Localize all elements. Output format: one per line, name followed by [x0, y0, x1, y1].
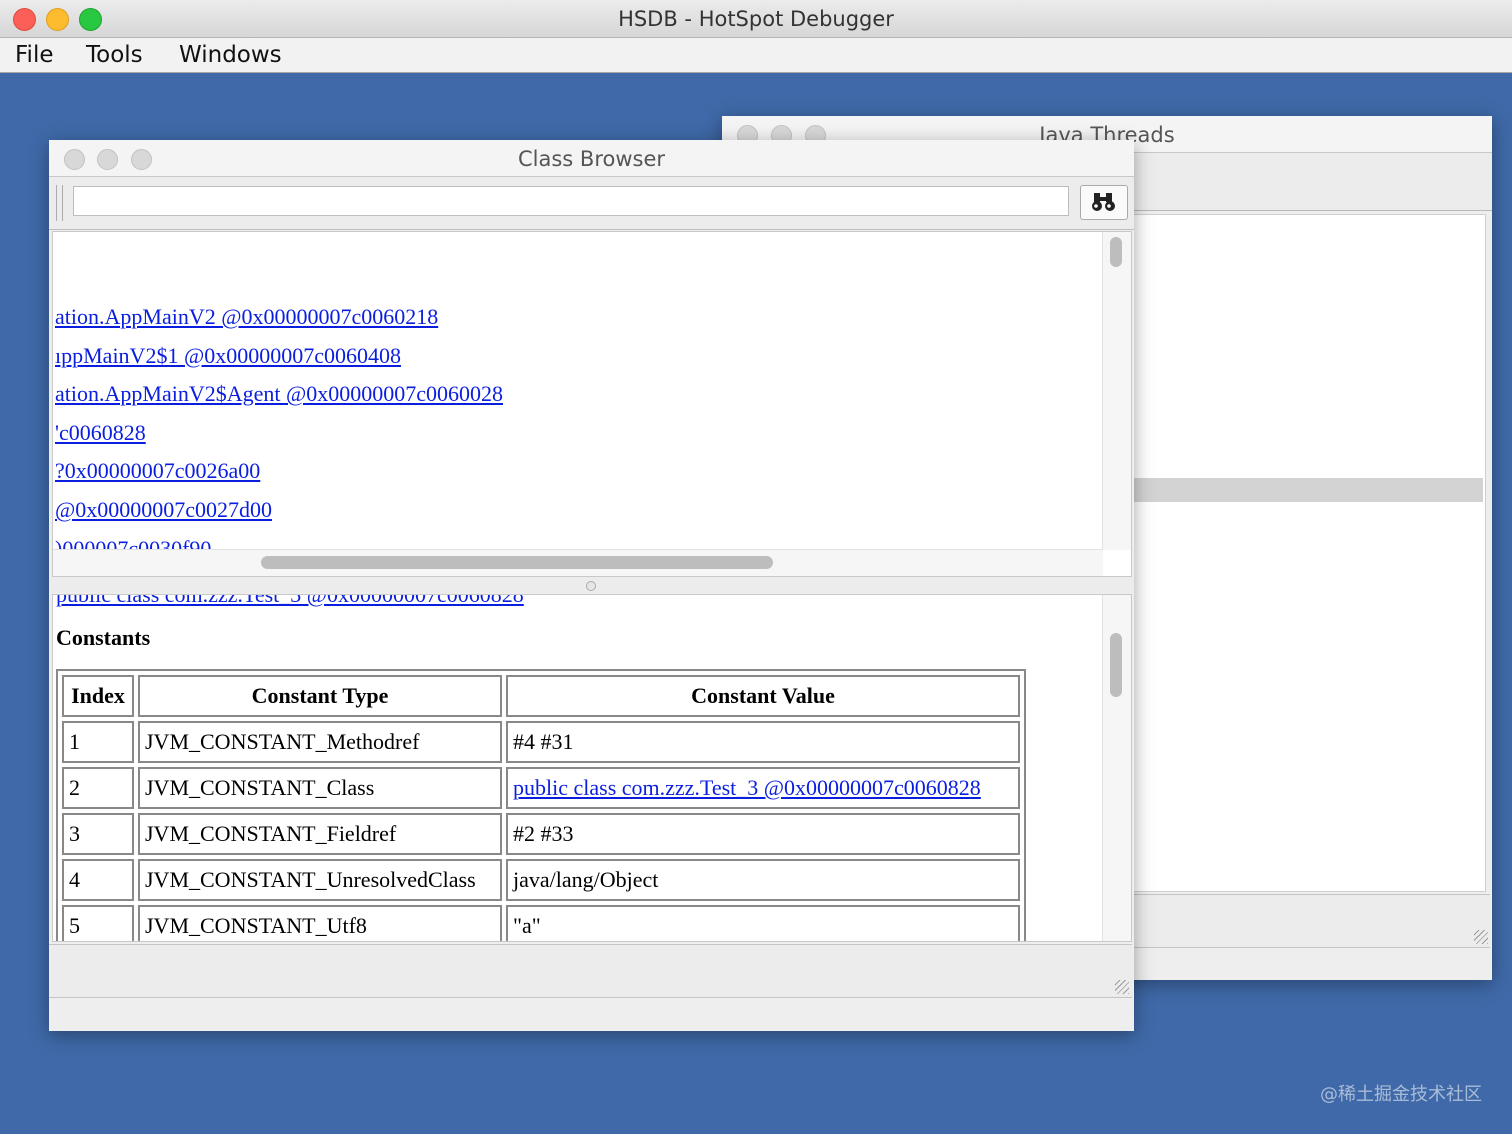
browser-resize-grip-icon[interactable]	[1115, 980, 1129, 994]
detail-vscroll-thumb[interactable]	[1110, 633, 1122, 697]
cell-value: #4 #31	[506, 721, 1020, 763]
constants-table: Index Constant Type Constant Value 1 JVM_…	[56, 669, 1026, 941]
search-toolbar	[49, 177, 1134, 230]
column-header-type: Constant Type	[138, 675, 502, 717]
cell-index: 3	[62, 813, 134, 855]
cell-index: 4	[62, 859, 134, 901]
cell-index: 5	[62, 905, 134, 941]
table-header-row: Index Constant Type Constant Value	[62, 675, 1020, 717]
window-title: HSDB - HotSpot Debugger	[618, 7, 894, 31]
cell-value: #2 #33	[506, 813, 1020, 855]
cell-value: public class com.zzz.Test_3 @0x00000007c…	[506, 767, 1020, 809]
cell-type: JVM_CONSTANT_Utf8	[138, 905, 502, 941]
class-list-vscroll-thumb[interactable]	[1110, 237, 1122, 267]
class-browser-title: Class Browser	[517, 147, 666, 171]
class-list-hscrollbar[interactable]	[53, 549, 1103, 576]
class-list: ation.AppMainV2 @0x00000007c0060218 ıppM…	[55, 298, 503, 568]
table-row: 2 JVM_CONSTANT_Class public class com.zzz.…	[62, 767, 1020, 809]
menu-file[interactable]: File	[15, 42, 54, 68]
class-search-input[interactable]	[73, 186, 1069, 216]
detail-vscrollbar[interactable]	[1102, 595, 1131, 941]
cell-value: java/lang/Object	[506, 859, 1020, 901]
cell-type: JVM_CONSTANT_Fieldref	[138, 813, 502, 855]
cell-type: JVM_CONSTANT_Class	[138, 767, 502, 809]
class-list-vscrollbar[interactable]	[1102, 232, 1131, 550]
watermark: @稀土掘金技术社区	[1320, 1084, 1482, 1105]
table-row: 5 JVM_CONSTANT_Utf8 "a"	[62, 905, 1020, 941]
table-row: 1 JVM_CONSTANT_Methodref #4 #31	[62, 721, 1020, 763]
class-browser-status-area	[49, 944, 1132, 998]
divider-handle-icon[interactable]	[586, 581, 596, 591]
class-list-item[interactable]: 'c0060828	[55, 414, 503, 453]
toolbar-grip-icon[interactable]	[56, 185, 63, 221]
class-list-item[interactable]: ation.AppMainV2 @0x00000007c0060218	[55, 298, 503, 337]
class-browser-titlebar: Class Browser	[49, 140, 1134, 177]
class-list-item[interactable]: @0x00000007c0027d00	[55, 491, 503, 530]
class-detail-pane: public class com.zzz.Test_3 @0x00000007c…	[52, 594, 1132, 942]
split-divider[interactable]	[49, 577, 1134, 593]
cell-type: JVM_CONSTANT_Methodref	[138, 721, 502, 763]
class-list-pane: ation.AppMainV2 @0x00000007c0060218 ıppM…	[52, 231, 1132, 577]
column-header-index: Index	[62, 675, 134, 717]
cell-index: 2	[62, 767, 134, 809]
threads-resize-grip-icon[interactable]	[1474, 930, 1488, 944]
class-header-link[interactable]: public class com.zzz.Test_3 @0x00000007c…	[56, 595, 524, 607]
class-list-item[interactable]: ?0x00000007c0026a00	[55, 452, 503, 491]
column-header-value: Constant Value	[506, 675, 1020, 717]
constants-heading: Constants	[56, 625, 151, 650]
class-browser-window: Class Browser ation.AppMainV2 @0x0000000…	[49, 140, 1134, 1031]
main-titlebar: HSDB - HotSpot Debugger	[0, 0, 1512, 38]
constant-class-link[interactable]: public class com.zzz.Test_3 @0x00000007c…	[513, 775, 981, 800]
menu-bar: File Tools Windows	[0, 38, 1512, 73]
find-button[interactable]	[1080, 185, 1128, 220]
class-list-item[interactable]: ıppMainV2$1 @0x00000007c0060408	[55, 337, 503, 376]
cell-type: JVM_CONSTANT_UnresolvedClass	[138, 859, 502, 901]
menu-windows[interactable]: Windows	[179, 42, 282, 68]
cell-value: "a"	[506, 905, 1020, 941]
class-list-hscroll-thumb[interactable]	[261, 556, 773, 569]
cell-index: 1	[62, 721, 134, 763]
table-row: 4 JVM_CONSTANT_UnresolvedClass java/lang/O…	[62, 859, 1020, 901]
menu-tools[interactable]: Tools	[86, 42, 143, 68]
class-list-item[interactable]: ation.AppMainV2$Agent @0x00000007c006002…	[55, 375, 503, 414]
table-row: 3 JVM_CONSTANT_Fieldref #2 #33	[62, 813, 1020, 855]
binoculars-icon	[1092, 193, 1115, 211]
